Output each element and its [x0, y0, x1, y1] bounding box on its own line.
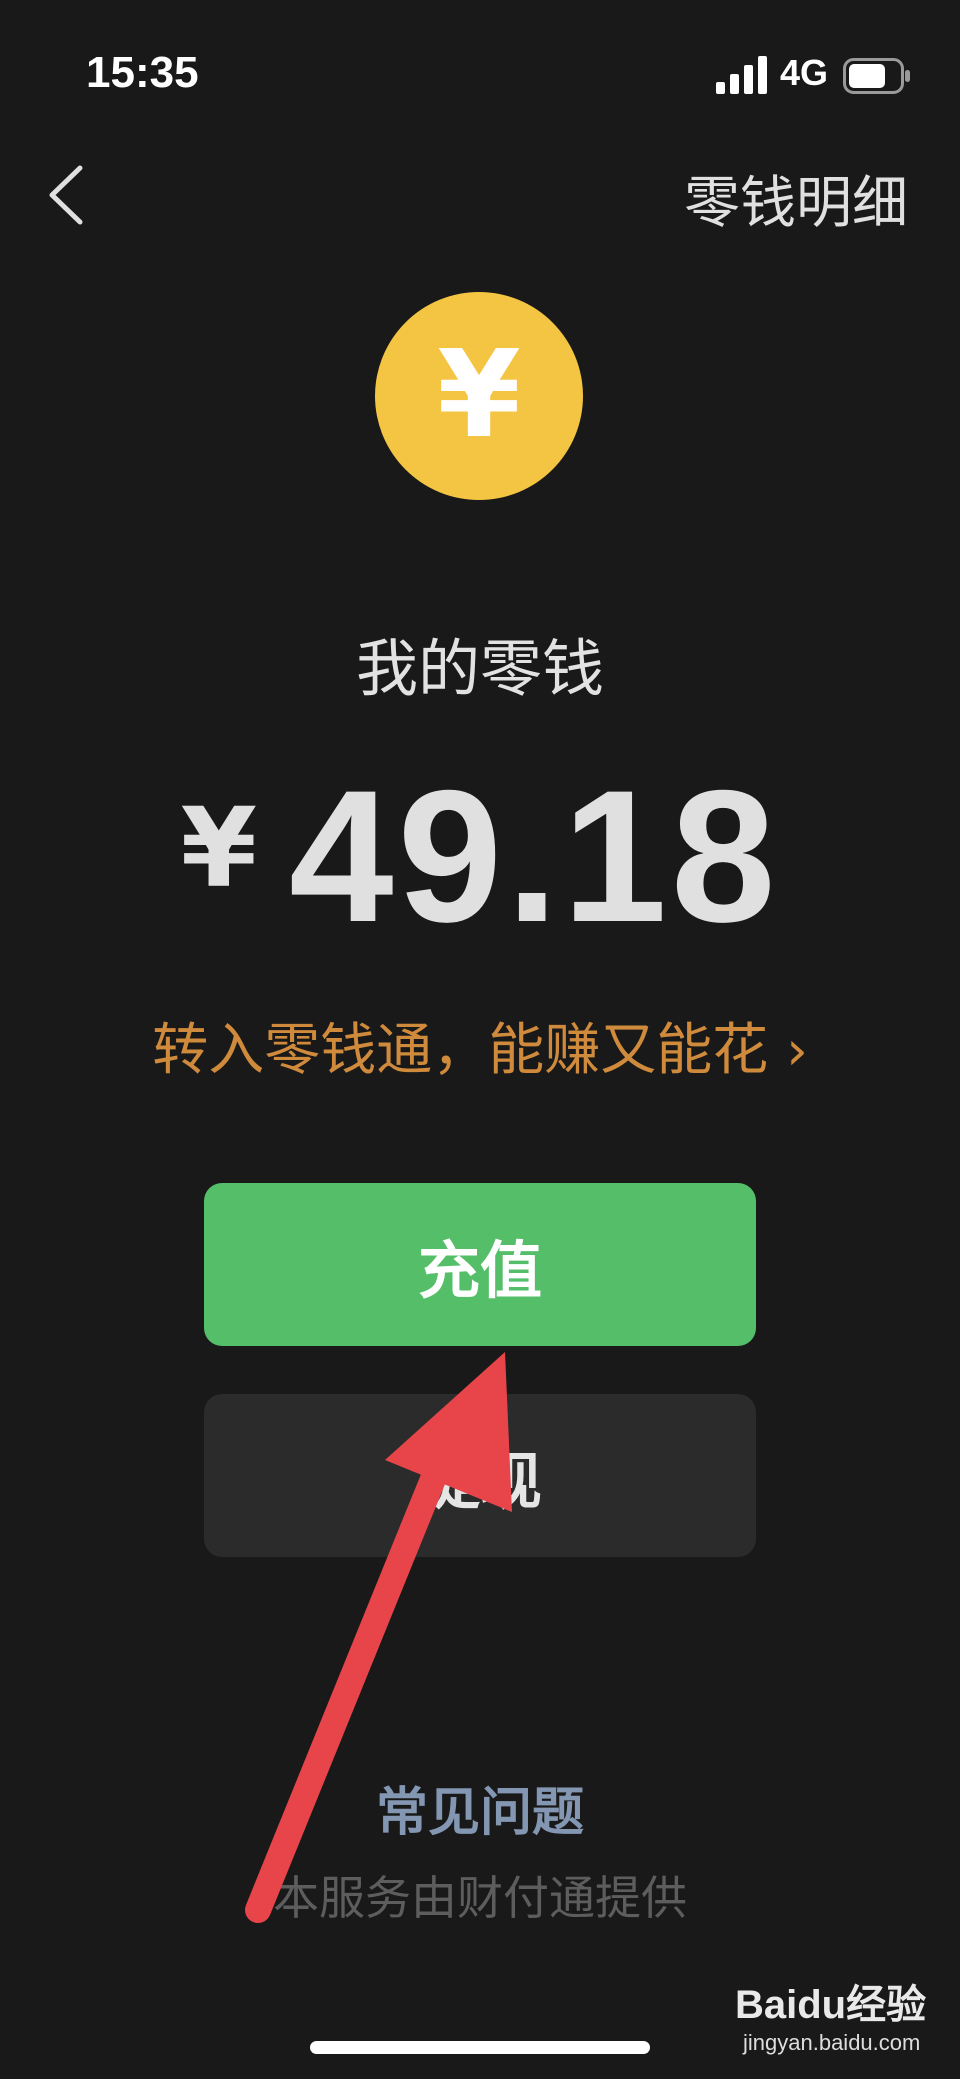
faq-link[interactable]: 常见问题 — [0, 1770, 960, 1845]
watermark-sub: jingyan.baidu.com — [743, 2030, 921, 2055]
network-type-label: 4G — [780, 52, 829, 93]
yuan-coin-icon: ¥ — [375, 292, 583, 500]
currency-symbol: ¥ — [180, 784, 258, 912]
coin-symbol: ¥ — [437, 326, 521, 465]
status-time: 15:35 — [86, 48, 199, 97]
balance-details-link[interactable]: 零钱明细 — [684, 158, 908, 239]
balance-amount: ¥49.18 — [0, 762, 960, 950]
chevron-right-icon: › — [786, 1019, 808, 1082]
battery-icon — [843, 58, 910, 94]
watermark-main: Baidu经验 — [735, 1983, 927, 2027]
balance-title: 我的零钱 — [355, 632, 604, 705]
lingqiantong-promo-link[interactable]: 转入零钱通，能赚又能花 › — [0, 1005, 960, 1086]
promo-text: 转入零钱通，能赚又能花 — [152, 1018, 769, 1083]
amount-value: 49.18 — [289, 751, 780, 961]
status-bar: 15:35 4G — [0, 0, 960, 150]
home-indicator[interactable] — [310, 2041, 650, 2054]
chevron-left-icon — [49, 165, 83, 225]
topup-button[interactable]: 充值 — [204, 1183, 756, 1346]
back-button[interactable] — [36, 150, 116, 240]
provider-note: 本服务由财付通提供 — [273, 1871, 687, 1925]
baidu-jingyan-watermark: Baidu经验 jingyan.baidu.com — [735, 1966, 935, 2066]
signal-bars-icon — [716, 56, 767, 94]
withdraw-button[interactable]: 提现 — [204, 1394, 756, 1557]
